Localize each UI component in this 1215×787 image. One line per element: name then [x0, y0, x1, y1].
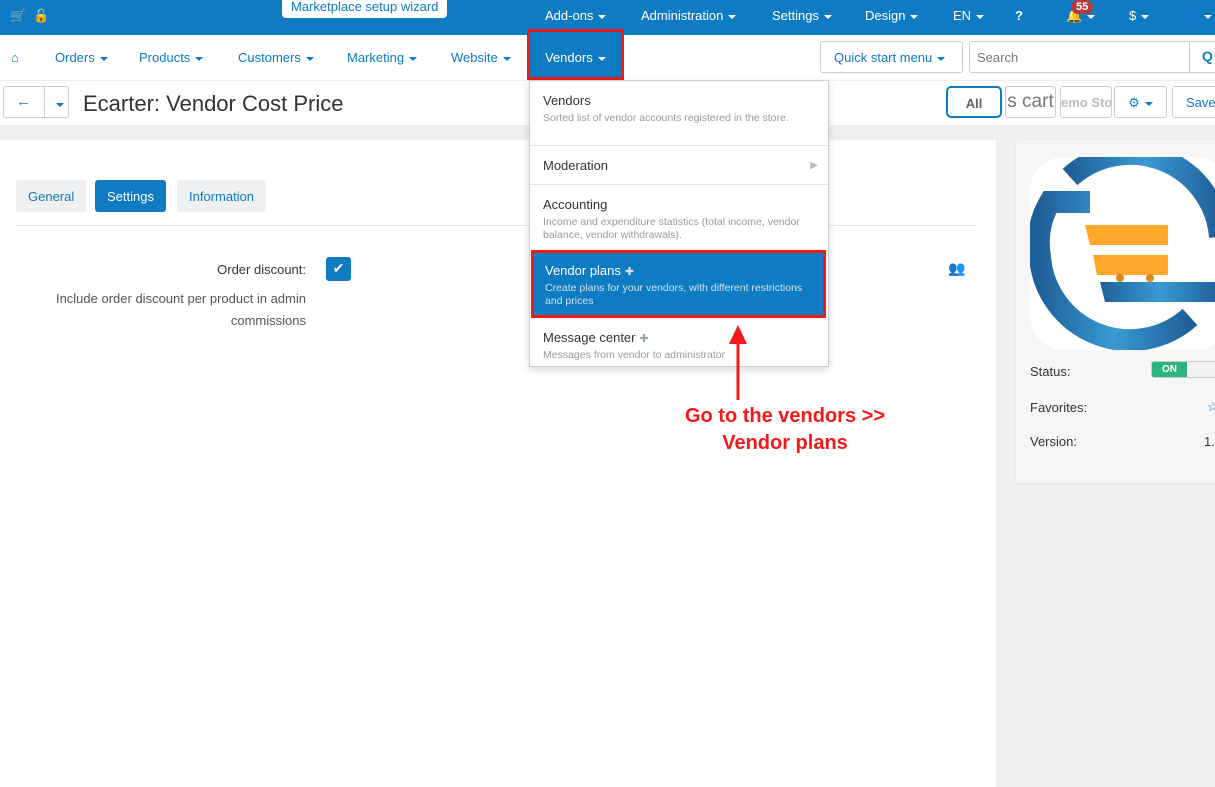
save-button[interactable]: Save [1172, 86, 1215, 118]
desc: Sorted list of vendor accounts registere… [543, 112, 789, 124]
version-value: 1. [1204, 434, 1215, 449]
nav-vendors[interactable]: Vendors [527, 29, 624, 80]
menu-administration[interactable]: Administration [641, 8, 737, 23]
notification-badge: 55 [1071, 0, 1094, 14]
label: Orders [55, 50, 95, 65]
label: Quick start menu [834, 50, 933, 65]
label: Customers [238, 50, 301, 65]
chevron-right-icon: ▶ [810, 160, 818, 171]
label: Settings [772, 8, 819, 23]
menu-item-vendors[interactable]: Vendors Sorted list of vendor accounts re… [530, 81, 828, 146]
menu-addons[interactable]: Add-ons [545, 8, 607, 23]
users-icon[interactable]: 👥 [948, 260, 965, 277]
search-input[interactable] [969, 41, 1215, 73]
store-button[interactable]: emo Sto [1060, 86, 1112, 118]
addon-logo [1030, 157, 1215, 350]
label: Marketing [347, 50, 405, 65]
title: Message center [543, 330, 636, 345]
back-dropdown[interactable] [44, 87, 69, 117]
annotation-arrow [729, 325, 747, 400]
toggle-on: ON [1152, 362, 1187, 377]
star-icon[interactable]: ☆ [1207, 399, 1215, 415]
menu-item-accounting[interactable]: Accounting Income and expenditure statist… [530, 185, 828, 251]
label: Products [139, 50, 191, 65]
title: Vendors [543, 93, 591, 108]
title: Moderation [543, 158, 609, 173]
vendors-dropdown: Vendors Sorted list of vendor accounts re… [529, 80, 829, 367]
unlock-icon[interactable]: 🔓 [33, 8, 49, 24]
menu-settings[interactable]: Settings [772, 8, 832, 23]
order-discount-label: Order discount: [217, 262, 306, 277]
back-button[interactable]: ← [3, 86, 69, 118]
puzzle-icon: ✚ [624, 266, 635, 278]
label: Administration [641, 8, 724, 23]
label: Design [865, 8, 906, 23]
status-label: Status: [1030, 364, 1071, 379]
favorites-label: Favorites: [1030, 400, 1088, 415]
divider [16, 225, 976, 226]
quick-start-menu-button[interactable]: Quick start menu [820, 41, 963, 73]
menu-language[interactable]: EN [953, 8, 985, 23]
desc: Messages from vendor to administrator [543, 349, 726, 361]
order-discount-help: Include order discount per product in ad… [55, 291, 306, 328]
menu-design[interactable]: Design [865, 8, 919, 23]
puzzle-icon: ✚ [639, 333, 649, 345]
label: $ [1129, 8, 1137, 23]
nav-customers[interactable]: Customers [238, 50, 314, 65]
title: Accounting [543, 197, 608, 212]
label: Website [451, 50, 498, 65]
label: EN [953, 8, 972, 23]
page-title: Ecarter: Vendor Cost Price [83, 91, 344, 116]
label: Vendors [545, 50, 593, 65]
label: Add-ons [545, 8, 594, 23]
tab-general[interactable]: General [16, 180, 87, 212]
user-icon[interactable]: 👤 [1183, 8, 1213, 24]
setup-wizard-button[interactable]: Marketplace setup wizard [282, 0, 448, 18]
tab-settings[interactable]: Settings [95, 180, 166, 212]
nav-orders[interactable]: Orders [55, 50, 108, 65]
annotation-text: Go to the vendors >> Vendor plans [684, 405, 886, 454]
main-panel [0, 140, 996, 787]
tab-information[interactable]: Information [177, 180, 267, 212]
store-all-button[interactable]: All [946, 86, 1002, 118]
menu-currency[interactable]: $ [1129, 8, 1150, 23]
nav-marketing[interactable]: Marketing [347, 50, 418, 65]
help-icon[interactable]: ? [1015, 8, 1023, 23]
status-toggle[interactable]: ON [1151, 361, 1215, 378]
menu-item-vendor-plans[interactable]: Vendor plans ✚ Create plans for your vendo… [531, 250, 826, 318]
title: Vendor plans [545, 263, 621, 278]
version-label: Version: [1030, 434, 1077, 449]
store-button[interactable]: s cart [1005, 86, 1056, 118]
menu-item-moderation[interactable]: Moderation ▶ [530, 146, 828, 185]
nav-website[interactable]: Website [451, 50, 511, 65]
order-discount-checkbox[interactable]: ✔ [326, 257, 351, 281]
desc: Create plans for your vendors, with diff… [545, 282, 803, 307]
desc: Income and expenditure statistics (total… [543, 216, 800, 241]
arrow-left-icon: ← [16, 93, 31, 110]
cart-icon[interactable]: 🛒 [10, 8, 26, 24]
search-icon[interactable]: Q [1189, 41, 1215, 73]
gear-icon[interactable]: ⚙ [1114, 86, 1167, 118]
home-icon[interactable]: ⌂ [11, 50, 19, 65]
nav-products[interactable]: Products [139, 50, 204, 65]
menu-item-message-center[interactable]: Message center ✚ Messages from vendor to a… [530, 318, 828, 367]
